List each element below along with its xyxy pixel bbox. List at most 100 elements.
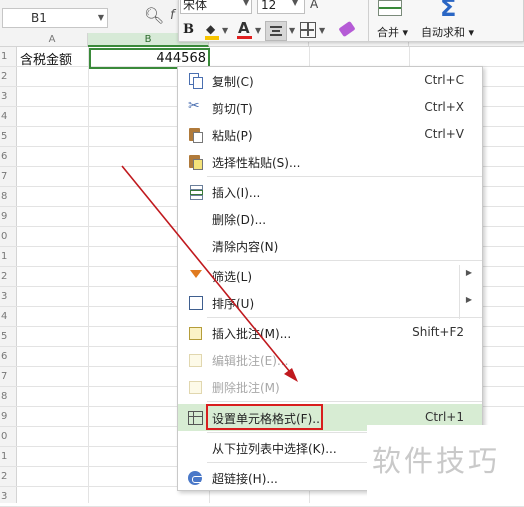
chevron-down-icon[interactable]: ▼ xyxy=(289,26,295,35)
cell-a1[interactable]: 含税金额 xyxy=(20,49,72,68)
bold-button[interactable]: B xyxy=(183,22,194,37)
menu-item-paste-special[interactable]: 选择性粘贴(S)... xyxy=(178,148,482,175)
sort-icon xyxy=(188,295,203,310)
font-color-button[interactable]: A xyxy=(236,19,254,41)
row-header[interactable]: 3 xyxy=(0,87,17,107)
paint-bucket-icon: ◆ xyxy=(206,22,216,36)
align-center-button[interactable] xyxy=(265,21,287,41)
chevron-down-icon[interactable]: ▼ xyxy=(319,26,325,35)
column-header-a[interactable]: A xyxy=(17,33,88,47)
merge-button[interactable]: 合并 ▾ xyxy=(377,24,408,40)
chevron-down-icon[interactable]: ▼ xyxy=(243,0,249,7)
menu-item-label: 编辑批注(E)... xyxy=(212,354,289,368)
menu-item-label: 筛选(L) xyxy=(212,270,253,284)
autosum-label: 自动求和 xyxy=(421,26,465,39)
watermark: 软件技巧 xyxy=(372,444,501,478)
row-header[interactable]: 3 xyxy=(0,287,17,307)
border-icon[interactable] xyxy=(300,22,316,38)
row-header[interactable]: 4 xyxy=(0,307,17,327)
copy-icon xyxy=(188,73,203,89)
row-header[interactable]: 6 xyxy=(0,147,17,167)
grow-font-button[interactable]: A xyxy=(310,0,318,11)
menu-item-insert[interactable]: 插入(I)... xyxy=(178,178,482,205)
menu-item-copy[interactable]: 复制(C) Ctrl+C xyxy=(178,67,482,94)
row-header[interactable]: 1 xyxy=(0,47,17,67)
row-header[interactable]: 8 xyxy=(0,187,17,207)
submenu-arrow-icon: ▶ xyxy=(465,268,472,277)
menu-item-label: 粘贴(P) xyxy=(212,129,253,143)
row-header[interactable]: 2 xyxy=(0,267,17,287)
row-header[interactable]: 4 xyxy=(0,107,17,127)
scissors-icon: ✂ xyxy=(188,98,200,114)
align-line xyxy=(270,34,282,36)
chevron-down-icon[interactable]: ▼ xyxy=(222,26,228,35)
menu-item-shortcut: Shift+F2 xyxy=(412,325,464,339)
zoom-icon[interactable]: 🔍︎ xyxy=(144,6,164,25)
row-header[interactable]: 3 xyxy=(0,487,17,507)
row-header[interactable]: 2 xyxy=(0,67,17,87)
font-name-select[interactable]: 宋体 xyxy=(180,0,252,14)
menu-item-label: 选择性粘贴(S)... xyxy=(212,156,301,170)
menu-item-shortcut: Ctrl+V xyxy=(424,127,464,141)
menu-item-label: 从下拉列表中选择(K)... xyxy=(212,442,337,456)
font-color-glyph: A xyxy=(238,19,250,37)
grid-column-line xyxy=(88,47,89,503)
fill-color-button[interactable]: ◆ xyxy=(204,22,222,40)
row-header-bar: 12345678901234567890123 xyxy=(0,47,17,507)
name-box[interactable]: B1 ▼ xyxy=(2,8,108,28)
row-header[interactable]: 5 xyxy=(0,327,17,347)
menu-item-edit-comment: 编辑批注(E)... xyxy=(178,346,482,373)
menu-item-clear-contents[interactable]: 清除内容(N) xyxy=(178,232,482,259)
filter-icon xyxy=(188,268,203,283)
menu-item-filter[interactable]: 筛选(L) ▶ xyxy=(178,262,482,289)
menu-item-sort[interactable]: 排序(U) ▶ xyxy=(178,289,482,316)
align-line xyxy=(272,30,280,32)
row-header[interactable]: 7 xyxy=(0,167,17,187)
fill-color-swatch xyxy=(205,36,219,40)
menu-item-label: 清除内容(N) xyxy=(212,240,279,254)
submenu-divider xyxy=(459,265,460,319)
insert-comment-icon xyxy=(188,325,203,340)
fx-icon[interactable]: f xyxy=(170,8,175,23)
sigma-icon[interactable]: Σ xyxy=(440,0,456,22)
chevron-down-icon[interactable]: ▼ xyxy=(292,0,298,7)
menu-item-label: 排序(U) xyxy=(212,297,255,311)
menu-item-label: 超链接(H)... xyxy=(212,472,278,486)
merge-label: 合并 xyxy=(377,26,399,39)
paste-special-icon xyxy=(188,154,203,170)
menu-item-paste[interactable]: 粘贴(P) Ctrl+V xyxy=(178,121,482,148)
row-header[interactable]: 0 xyxy=(0,427,17,447)
menu-separator xyxy=(207,317,482,318)
menu-separator xyxy=(207,401,482,402)
chevron-down-icon[interactable]: ▼ xyxy=(98,9,104,27)
menu-item-insert-comment[interactable]: 插入批注(M)... Shift+F2 xyxy=(178,319,482,346)
menu-separator xyxy=(207,260,482,261)
cell-b1-value: 444568 xyxy=(156,51,206,66)
row-header[interactable]: 2 xyxy=(0,467,17,487)
row-header[interactable]: 7 xyxy=(0,367,17,387)
row-header[interactable]: 0 xyxy=(0,227,17,247)
paste-icon xyxy=(188,127,203,143)
menu-item-label: 删除(D)... xyxy=(212,213,267,227)
row-header[interactable]: 8 xyxy=(0,387,17,407)
row-header[interactable]: 6 xyxy=(0,347,17,367)
autosum-button[interactable]: 自动求和 ▾ xyxy=(421,24,474,40)
menu-separator xyxy=(207,176,482,177)
row-header[interactable]: 1 xyxy=(0,447,17,467)
menu-item-delete-comment: 删除批注(M) xyxy=(178,373,482,400)
menu-item-label: 插入(I)... xyxy=(212,186,261,200)
menu-item-label: 复制(C) xyxy=(212,75,254,89)
row-header[interactable]: 5 xyxy=(0,127,17,147)
hyperlink-icon xyxy=(188,470,204,485)
menu-item-delete[interactable]: 删除(D)... xyxy=(178,205,482,232)
menu-item-cut[interactable]: ✂ 剪切(T) Ctrl+X xyxy=(178,94,482,121)
menu-item-label: 插入批注(M)... xyxy=(212,327,292,341)
row-header[interactable]: 1 xyxy=(0,247,17,267)
row-header[interactable]: 9 xyxy=(0,407,17,427)
delete-comment-icon xyxy=(188,379,203,394)
insert-icon xyxy=(188,184,203,200)
annotation-highlight-box xyxy=(206,404,323,430)
row-header[interactable]: 9 xyxy=(0,207,17,227)
chevron-down-icon[interactable]: ▼ xyxy=(255,26,261,35)
merge-cells-icon[interactable] xyxy=(378,0,402,16)
